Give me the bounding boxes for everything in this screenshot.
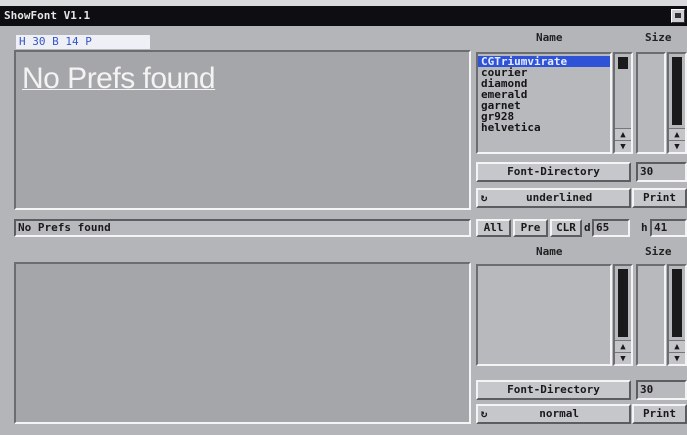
style-cycle-bottom[interactable]: ↻ normal bbox=[476, 404, 631, 424]
scroll-knob[interactable] bbox=[618, 269, 628, 337]
size-list-bottom[interactable] bbox=[636, 264, 666, 366]
window-titlebar[interactable]: ShowFont V1.1 bbox=[0, 6, 687, 26]
depth-gadget-icon[interactable] bbox=[671, 9, 685, 23]
scroll-knob[interactable] bbox=[672, 57, 682, 125]
all-button[interactable]: All bbox=[476, 219, 511, 237]
preview-area-bottom bbox=[14, 262, 471, 424]
font-list-top[interactable]: CGTriumvirate courier diamond emerald ga… bbox=[476, 52, 612, 154]
h-label: h bbox=[641, 221, 648, 234]
arrow-down-icon[interactable]: ▼ bbox=[615, 140, 631, 152]
d-value-field[interactable]: 65 bbox=[592, 219, 630, 237]
pre-button[interactable]: Pre bbox=[513, 219, 548, 237]
arrow-up-icon[interactable]: ▲ bbox=[669, 128, 685, 140]
arrow-up-icon[interactable]: ▲ bbox=[669, 340, 685, 352]
cycle-icon: ↻ bbox=[480, 407, 488, 420]
h-value-field[interactable]: 41 bbox=[650, 219, 687, 237]
window-title: ShowFont V1.1 bbox=[4, 9, 91, 22]
clr-button[interactable]: CLR bbox=[550, 219, 582, 237]
preview-text-top: No Prefs found bbox=[22, 62, 216, 95]
style-value-top: underlined bbox=[526, 191, 593, 204]
cycle-icon: ↻ bbox=[480, 191, 488, 204]
status-line-mid: No Prefs found bbox=[14, 219, 471, 237]
font-list-scrollbar-top[interactable]: ▲ ▼ bbox=[613, 52, 633, 154]
arrow-up-icon[interactable]: ▲ bbox=[615, 340, 631, 352]
style-cycle-top[interactable]: ↻ underlined bbox=[476, 188, 631, 208]
style-value-bottom: normal bbox=[539, 407, 579, 420]
size-list-scrollbar-bottom[interactable]: ▲ ▼ bbox=[667, 264, 687, 366]
font-directory-button-top[interactable]: Font-Directory bbox=[476, 162, 631, 182]
font-directory-button-bottom[interactable]: Font-Directory bbox=[476, 380, 631, 400]
size-list-top[interactable] bbox=[636, 52, 666, 154]
print-button-top[interactable]: Print bbox=[632, 188, 687, 208]
arrow-down-icon[interactable]: ▼ bbox=[669, 140, 685, 152]
name-header-bottom: Name bbox=[536, 245, 563, 258]
font-list-scrollbar-bottom[interactable]: ▲ ▼ bbox=[613, 264, 633, 366]
scroll-knob[interactable] bbox=[618, 57, 628, 69]
size-field-bottom[interactable]: 30 bbox=[636, 380, 687, 400]
status-line-top: H 30 B 14 P bbox=[16, 35, 150, 49]
name-header-top: Name bbox=[536, 31, 563, 44]
size-field-top[interactable]: 30 bbox=[636, 162, 687, 182]
font-list-bottom[interactable] bbox=[476, 264, 612, 366]
print-button-bottom[interactable]: Print bbox=[632, 404, 687, 424]
arrow-up-icon[interactable]: ▲ bbox=[615, 128, 631, 140]
size-header-bottom: Size bbox=[645, 245, 672, 258]
scroll-knob[interactable] bbox=[672, 269, 682, 337]
arrow-down-icon[interactable]: ▼ bbox=[615, 352, 631, 364]
arrow-down-icon[interactable]: ▼ bbox=[669, 352, 685, 364]
d-label: d bbox=[584, 221, 591, 234]
size-list-scrollbar-top[interactable]: ▲ ▼ bbox=[667, 52, 687, 154]
size-header-top: Size bbox=[645, 31, 672, 44]
list-item[interactable]: helvetica bbox=[478, 122, 610, 133]
